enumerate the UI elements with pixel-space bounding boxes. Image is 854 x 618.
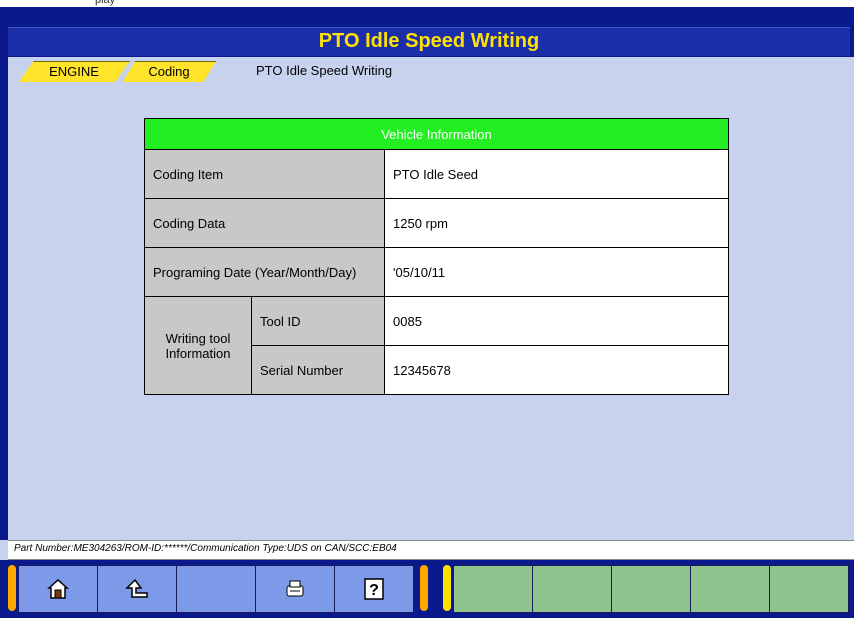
function-button-3[interactable] xyxy=(611,565,691,613)
back-button[interactable] xyxy=(97,565,177,613)
function-button-4[interactable] xyxy=(690,565,770,613)
title-bar: PTO Idle Speed Writing xyxy=(0,7,854,57)
bottom-toolbar: ? xyxy=(0,560,854,618)
breadcrumb-coding[interactable]: Coding xyxy=(122,61,216,83)
help-button[interactable]: ? xyxy=(334,565,414,613)
top-strip-text: play xyxy=(95,0,116,6)
toolbar-cap-mid2 xyxy=(443,565,451,611)
top-strip: play xyxy=(0,0,854,7)
row-value: 1250 rpm xyxy=(384,198,729,248)
function-button-2[interactable] xyxy=(532,565,612,613)
home-button[interactable] xyxy=(18,565,98,613)
print-icon xyxy=(286,580,304,597)
row-value: 0085 xyxy=(384,296,729,346)
page-title: PTO Idle Speed Writing xyxy=(318,30,540,52)
function-button-5[interactable] xyxy=(769,565,849,613)
toolbar-cap-left xyxy=(8,565,16,611)
function-button-1[interactable] xyxy=(453,565,533,613)
toolbar-cap-mid xyxy=(420,565,428,611)
row-value: '05/10/11 xyxy=(384,247,729,297)
back-icon xyxy=(125,578,148,598)
status-text: Part Number:ME304263/ROM-ID:******/Commu… xyxy=(14,543,397,554)
row-label: Tool ID xyxy=(251,296,385,346)
status-bar: Part Number:ME304263/ROM-ID:******/Commu… xyxy=(8,540,854,560)
row-label: Coding Item xyxy=(144,149,385,199)
table-header: Vehicle Information xyxy=(144,118,729,150)
home-icon xyxy=(47,578,69,599)
help-icon: ? xyxy=(364,578,384,600)
breadcrumb: ENGINE Coding PTO Idle Speed Writing xyxy=(8,58,854,83)
row-value: 12345678 xyxy=(384,345,729,395)
help-label: ? xyxy=(369,582,379,599)
left-edge xyxy=(0,57,8,540)
row-label: Coding Data xyxy=(144,198,385,248)
breadcrumb-current: PTO Idle Speed Writing xyxy=(256,63,393,78)
row-label: Serial Number xyxy=(251,345,385,395)
empty-button[interactable] xyxy=(176,565,256,613)
vehicle-info-table: Vehicle Information Coding Item PTO Idle… xyxy=(144,118,729,395)
title-bar-inner: PTO Idle Speed Writing xyxy=(8,27,850,56)
row-label: Programing Date (Year/Month/Day) xyxy=(144,247,385,297)
print-button[interactable] xyxy=(255,565,335,613)
writing-tool-label: Writing tool Information xyxy=(144,296,252,395)
row-value: PTO Idle Seed xyxy=(384,149,729,199)
breadcrumb-engine[interactable]: ENGINE xyxy=(18,61,130,83)
